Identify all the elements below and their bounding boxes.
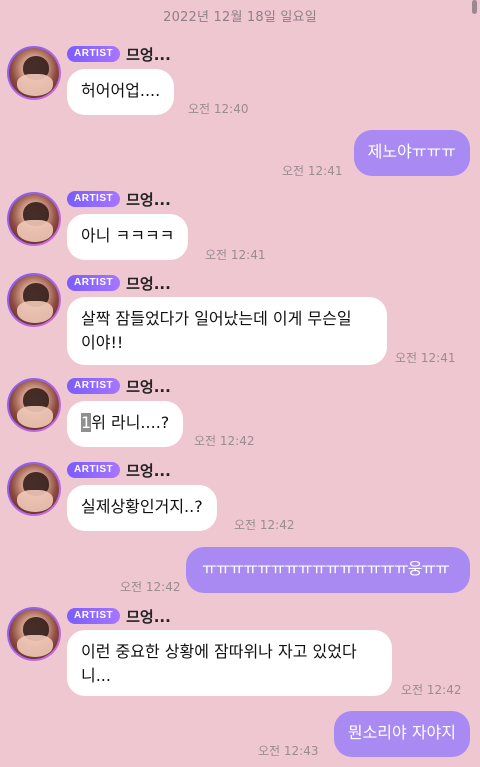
artist-avatar[interactable] — [7, 607, 61, 661]
message-time: 오전 12:43 — [258, 744, 319, 758]
sender-name: 므엉... — [126, 461, 171, 480]
message-bubble-incoming[interactable]: 1위 라니....? — [67, 401, 184, 447]
sender-header: ARTIST 므엉... — [67, 274, 171, 293]
message-time: 오전 12:42 — [234, 518, 295, 532]
sender-name: 므엉... — [126, 45, 171, 64]
scrollbar[interactable] — [472, 0, 477, 14]
sender-name: 므엉... — [126, 607, 171, 626]
sender-name: 므엉... — [126, 190, 171, 209]
message-text-line: 이런 중요한 상황에 잠따위나 자고 있었다 — [81, 642, 357, 661]
message-text: 아니 ㅋㅋㅋㅋ — [81, 226, 175, 245]
message-time: 오전 12:41 — [282, 164, 343, 178]
artist-badge: ARTIST — [67, 275, 121, 291]
message-bubble-incoming[interactable]: 실제상황인거지..? — [67, 485, 217, 531]
message-time: 오전 12:41 — [205, 248, 266, 262]
message-text: 제노야ㅠㅠㅠ — [367, 142, 456, 161]
message-bubble-outgoing[interactable]: 뭔소리야 자야지 — [333, 711, 470, 757]
artist-avatar[interactable] — [7, 462, 61, 516]
message-time: 오전 12:42 — [120, 580, 181, 594]
message-text: 위 라니....? — [91, 413, 170, 432]
message-text-line: 살짝 잠들었다가 일어났는데 이게 무슨일 — [81, 309, 352, 328]
message-bubble-incoming[interactable]: 살짝 잠들었다가 일어났는데 이게 무슨일 이야!! — [67, 297, 387, 365]
artist-badge: ARTIST — [67, 378, 121, 394]
date-header: 2022년 12월 18일 일요일 — [163, 10, 317, 25]
sender-header: ARTIST 므엉... — [67, 607, 171, 626]
message-text: 실제상황인거지..? — [81, 497, 203, 516]
message-time: 오전 12:42 — [194, 434, 255, 448]
message-text-line: 이야!! — [81, 333, 124, 352]
message-bubble-incoming[interactable]: 아니 ㅋㅋㅋㅋ — [67, 214, 189, 260]
message-bubble-outgoing[interactable]: 제노야ㅠㅠㅠ — [353, 130, 470, 176]
message-time: 오전 12:40 — [188, 102, 249, 116]
artist-badge: ARTIST — [67, 46, 121, 62]
artist-avatar[interactable] — [7, 273, 61, 327]
artist-avatar[interactable] — [7, 46, 61, 100]
message-time: 오전 12:42 — [401, 683, 462, 697]
message-text: ㅠㅠㅠㅠㅠㅠㅠㅠㅠㅠㅠㅠㅠㅠㅠ웅ㅠㅠ — [202, 559, 450, 578]
artist-badge: ARTIST — [67, 191, 121, 207]
artist-avatar[interactable] — [7, 192, 61, 246]
sender-header: ARTIST 므엉... — [67, 377, 171, 396]
message-bubble-outgoing[interactable]: ㅠㅠㅠㅠㅠㅠㅠㅠㅠㅠㅠㅠㅠㅠㅠ웅ㅠㅠ — [186, 547, 470, 593]
sender-name: 므엉... — [126, 377, 171, 396]
message-text-line: 니... — [81, 666, 111, 685]
message-bubble-incoming[interactable]: 이런 중요한 상황에 잠따위나 자고 있었다 니... — [67, 630, 392, 696]
sender-header: ARTIST 므엉... — [67, 45, 171, 64]
artist-avatar[interactable] — [7, 378, 61, 432]
message-text: 허어어업.... — [81, 81, 161, 100]
sender-name: 므엉... — [126, 274, 171, 293]
text-selection-highlight[interactable]: 1 — [81, 413, 92, 432]
artist-badge: ARTIST — [67, 462, 121, 478]
sender-header: ARTIST 므엉... — [67, 190, 171, 209]
sender-header: ARTIST 므엉... — [67, 461, 171, 480]
message-time: 오전 12:41 — [395, 351, 456, 365]
message-text: 뭔소리야 자야지 — [347, 723, 456, 742]
message-bubble-incoming[interactable]: 허어어업.... — [67, 69, 175, 115]
artist-badge: ARTIST — [67, 608, 121, 624]
